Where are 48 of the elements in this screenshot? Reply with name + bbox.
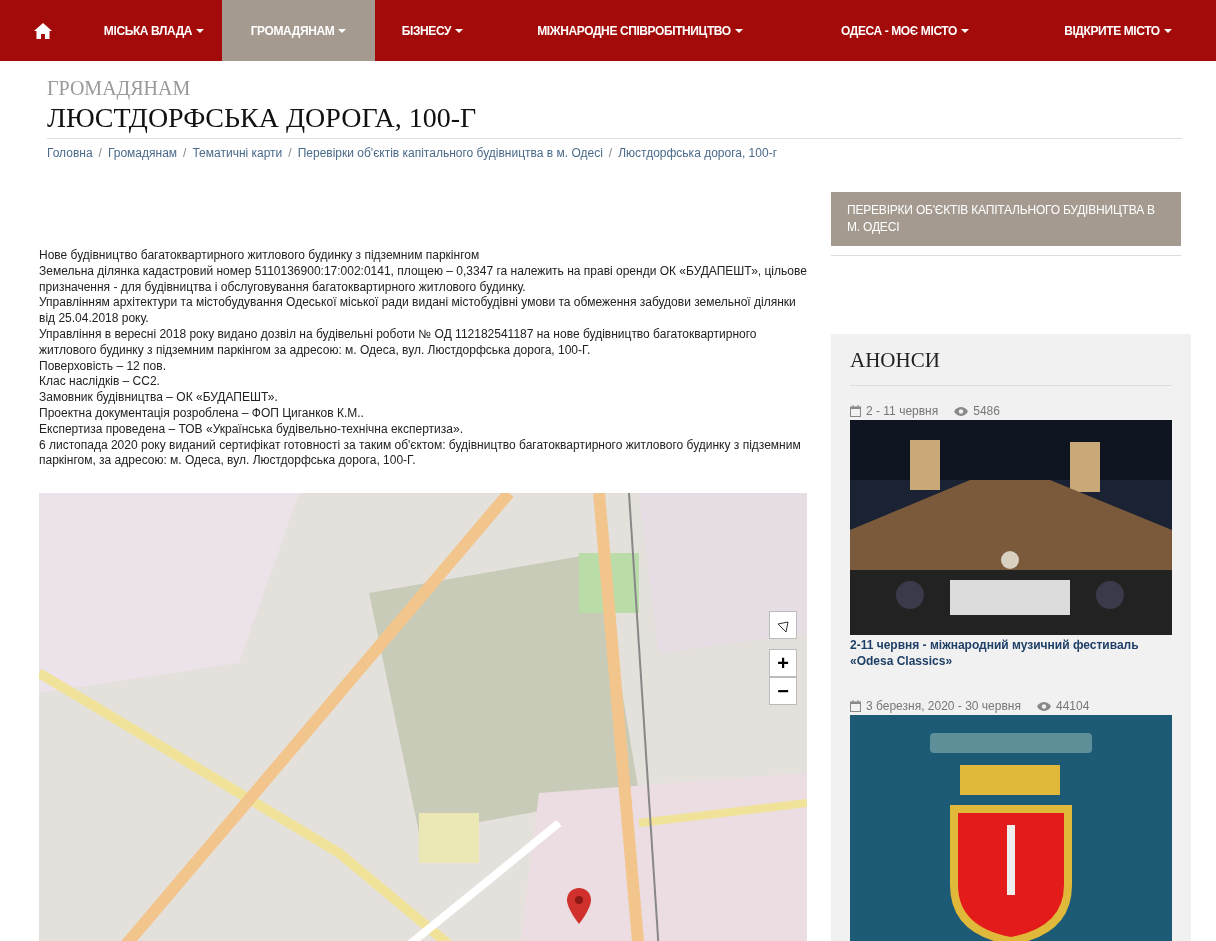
locate-button[interactable] <box>769 611 797 640</box>
caret-icon <box>1163 28 1172 33</box>
page-title: ЛЮСТДОРФСЬКА ДОРОГА, 100-Г <box>47 100 1182 139</box>
menu-tab[interactable]: МІЖНАРОДНЕ СПІВРОБІТНИЦТВО <box>490 0 790 61</box>
announcement-link[interactable]: 2-11 червня - міжнародний музичний фестиваль «Odesa Classics» <box>850 637 1172 670</box>
breadcrumb-link[interactable]: Тематичні карти <box>192 144 283 162</box>
triangle-icon <box>777 620 789 633</box>
text-paragraph: Замовник будівництва – ОК «БУДАПЕШТ». <box>39 390 279 406</box>
event-date: 2 - 11 червня <box>866 403 939 421</box>
zoom-in-button[interactable]: + <box>769 649 797 678</box>
breadcrumb-link[interactable]: Перевірки об'єктів капітального будівництва в м. Одесі <box>297 144 603 162</box>
home-icon <box>34 22 52 39</box>
calendar-icon <box>850 700 861 713</box>
text-paragraph: Управлінням архітектури та містобудування Одеської міської ради видані містобудівні умови та обмеження забудови земельної ділянки від 25.04.2018 року. <box>39 295 797 327</box>
text-paragraph: Нове будівництво багатоквартирного житлового будинку з підземним паркінгом <box>39 248 481 264</box>
menu-tab[interactable]: БІЗНЕСУ <box>375 0 490 61</box>
breadcrumb-link[interactable]: Головна <box>47 144 93 162</box>
calendar-icon <box>850 405 861 418</box>
text-paragraph: Експертиза проведена – ТОВ «Українська будівельно-технічна експертиза». <box>39 421 464 438</box>
section-label: ГРОМАДЯНАМ <box>47 76 192 100</box>
breadcrumb-separator: / <box>183 145 187 162</box>
breadcrumb-separator: / <box>288 145 292 162</box>
caret-icon <box>338 28 347 33</box>
panel-title: АНОНСИ <box>850 348 1172 387</box>
view-count: 44104 <box>1055 698 1090 716</box>
breadcrumb-separator: / <box>608 145 613 162</box>
zoom-out-button[interactable]: − <box>769 677 797 706</box>
map-pin-icon <box>567 888 591 925</box>
text-paragraph: Управління в вересні 2018 року видано дозвіл на будівельні роботи № ОД 112182541187 на нове будівництво багатоквартирного житлового будинку з підземним паркінгом за адресою: м. Одеса, вул. Люстдорфська дорога, 100-Г. <box>39 327 758 359</box>
menu-tab[interactable]: МІСЬКА ВЛАДА <box>86 0 222 61</box>
text-paragraph: Проектна документація розроблена – ФОП Циганков К.М.. <box>39 405 365 422</box>
text-paragraph: 6 листопада 2020 року виданий сертифікат готовності за таким об'єктом: будівництво багатоквартирного житлового будинку з підземним паркінгом, за адресою: м. Одеса, вул. Люстдорфська дорога, 100-Г. <box>39 437 802 470</box>
view-count: 5486 <box>973 403 1000 421</box>
caret-icon <box>196 28 205 33</box>
eye-icon <box>954 406 969 416</box>
caret-icon <box>960 28 969 33</box>
event-date: 3 березня, 2020 - 30 червня <box>866 698 1021 716</box>
text-paragraph: Поверховість – 12 пов. <box>39 358 167 375</box>
text-paragraph: Земельна ділянка кадастровий номер 5110136900:17:002:0141, площею – 0,3347 га належить на праві оренди ОК «БУДАПЕШТ», цільове призначення - для будівництва і обслуговування багатоквартирного житлового будинку. <box>39 263 807 296</box>
menu-tab[interactable]: ОДЕСА - МОЄ МІСТО <box>790 0 1020 61</box>
menu-tab[interactable]: ВІДКРИТЕ МІСТО <box>1020 0 1216 61</box>
caret-icon <box>455 28 464 33</box>
breadcrumb-link[interactable]: Люстдорфська дорога, 100-г <box>618 144 777 162</box>
caret-icon <box>734 28 743 33</box>
text-paragraph: Клас наслідків – СС2. <box>39 374 161 391</box>
breadcrumb-link[interactable]: Громадянам <box>107 144 178 162</box>
breadcrumb-separator: / <box>98 145 102 162</box>
eye-icon <box>1036 701 1051 711</box>
